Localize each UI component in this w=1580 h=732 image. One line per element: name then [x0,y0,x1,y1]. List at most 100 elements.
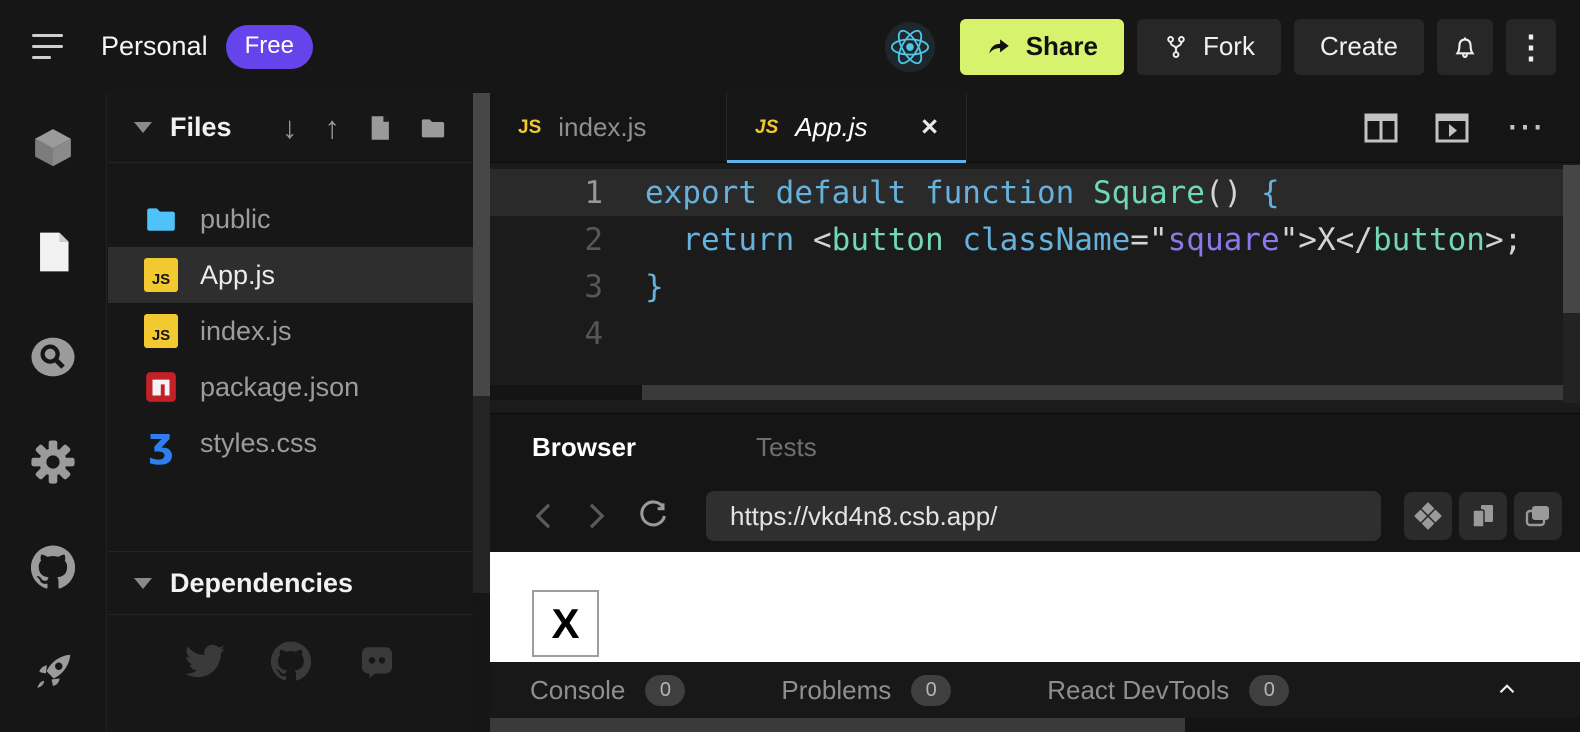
scrollbar-thumb[interactable] [473,93,490,396]
duplicate-preview-icon[interactable] [1459,492,1507,540]
npm-package-icon [144,370,178,404]
url-input[interactable]: https://vkd4n8.csb.app/ [706,491,1381,541]
file-name: public [200,204,271,235]
editor-vertical-scrollbar[interactable] [1563,165,1580,403]
file-row-stylescss[interactable]: ʒ styles.css [108,415,473,471]
settings-gear-icon[interactable] [30,439,76,485]
menu-icon[interactable] [32,34,65,59]
github-icon[interactable] [30,544,76,590]
fork-icon [1163,34,1189,60]
problems-tab[interactable]: Problems 0 [781,675,951,706]
expand-console-icon[interactable] [1494,676,1520,702]
browser-preview: X [490,552,1580,662]
css-file-icon: ʒ [144,426,178,460]
scrollbar-thumb[interactable] [1563,165,1580,313]
problems-count-badge: 0 [911,675,951,706]
file-name: index.js [200,316,292,347]
react-devtools-tab[interactable]: React DevTools 0 [1047,675,1289,706]
console-count-badge: 0 [645,675,685,706]
search-icon[interactable] [30,334,76,380]
rocket-deploy-icon[interactable] [30,649,76,695]
editor-more-icon[interactable]: ⋯ [1506,120,1546,135]
tab-label: index.js [558,112,646,143]
code-editor[interactable]: 1export default function Square() {2 ret… [490,163,1580,413]
tab-appjs[interactable]: JS App.js × [727,93,967,162]
files-section-title: Files [170,112,232,143]
editor-column: JS index.js JS App.js × [490,93,1580,732]
line-number: 3 [490,269,603,305]
code-text: } [603,269,1580,305]
square-button[interactable]: X [532,590,599,657]
file-row-packagejson[interactable]: package.json [108,359,473,415]
twitter-icon[interactable] [185,641,225,681]
bell-icon [1450,32,1480,62]
code-line[interactable]: 1export default function Square() { [490,169,1580,216]
files-panel-scrollbar[interactable] [473,93,490,593]
file-explorer-icon[interactable] [30,229,76,275]
tab-label: App.js [795,112,867,143]
file-list: public JS App.js JS index.js package.jso… [108,163,473,471]
github-link-icon[interactable] [271,641,311,681]
file-row-appjs[interactable]: JS App.js [108,247,473,303]
split-view-icon[interactable] [1364,113,1398,143]
open-in-new-window-icon[interactable] [1514,492,1562,540]
create-button[interactable]: Create [1294,19,1424,75]
fork-button[interactable]: Fork [1137,19,1281,75]
more-options-button[interactable]: ⋮ [1506,19,1556,75]
social-links [108,615,473,707]
responsive-mode-icon[interactable] [1404,492,1452,540]
line-number: 1 [490,175,603,211]
sandbox-info-icon[interactable] [30,124,76,170]
code-lines: 1export default function Square() {2 ret… [490,169,1580,357]
editor-tab-bar: JS index.js JS App.js × [490,93,1580,163]
code-line[interactable]: 3} [490,263,1580,310]
share-button-label: Share [1026,31,1098,62]
files-header-actions: ↓ ↑ [282,112,447,143]
file-name: package.json [200,372,359,403]
workspace-name[interactable]: Personal [101,31,208,62]
new-file-icon[interactable] [367,114,392,142]
code-line[interactable]: 2 return <button className="square">X</b… [490,216,1580,263]
preview-tab-bar: Browser Tests [490,414,1580,480]
upload-files-icon[interactable]: ↑ [325,112,341,143]
plan-badge: Free [226,25,313,69]
code-line[interactable]: 4 [490,310,1580,357]
scrollbar-thumb[interactable] [642,385,1580,400]
kebab-menu-icon: ⋮ [1515,31,1547,63]
files-panel: Files ↓ ↑ public JS App.js JS index.js [108,93,473,732]
tab-tests[interactable]: Tests [756,432,817,463]
javascript-file-icon: JS [144,314,178,348]
files-section-header[interactable]: Files ↓ ↑ [108,93,473,163]
download-sandbox-icon[interactable]: ↓ [282,112,298,143]
tab-indexjs[interactable]: JS index.js [490,93,727,162]
share-arrow-icon [986,34,1012,60]
notifications-button[interactable] [1437,19,1493,75]
top-bar: Personal Free Share [0,0,1580,93]
code-text: export default function Square() { [603,175,1580,211]
forward-icon[interactable] [570,501,622,531]
new-folder-icon[interactable] [419,116,447,140]
topbar-actions: Share Fork Create ⋮ [885,19,1556,75]
file-name: styles.css [200,428,317,459]
refresh-icon[interactable] [622,500,684,532]
console-tab[interactable]: Console 0 [530,675,685,706]
browser-nav-bar: https://vkd4n8.csb.app/ [490,480,1580,552]
line-number: 2 [490,222,603,258]
share-button[interactable]: Share [960,19,1124,75]
javascript-tab-icon: JS [755,117,778,139]
file-row-public[interactable]: public [108,191,473,247]
preview-pane-icon[interactable] [1435,113,1469,143]
close-tab-icon[interactable]: × [921,111,938,144]
dependencies-section-title: Dependencies [170,568,353,599]
file-row-indexjs[interactable]: JS index.js [108,303,473,359]
line-number: 4 [490,316,603,352]
tab-browser[interactable]: Browser [532,432,636,463]
chevron-down-icon [134,122,152,133]
scrollbar-thumb[interactable] [490,718,1185,732]
dependencies-section-header[interactable]: Dependencies [108,551,473,615]
editor-horizontal-scrollbar[interactable] [490,385,1580,400]
console-scrollbar[interactable] [490,718,1580,732]
activity-bar [0,93,107,732]
discord-icon[interactable] [357,641,397,681]
back-icon[interactable] [518,501,570,531]
